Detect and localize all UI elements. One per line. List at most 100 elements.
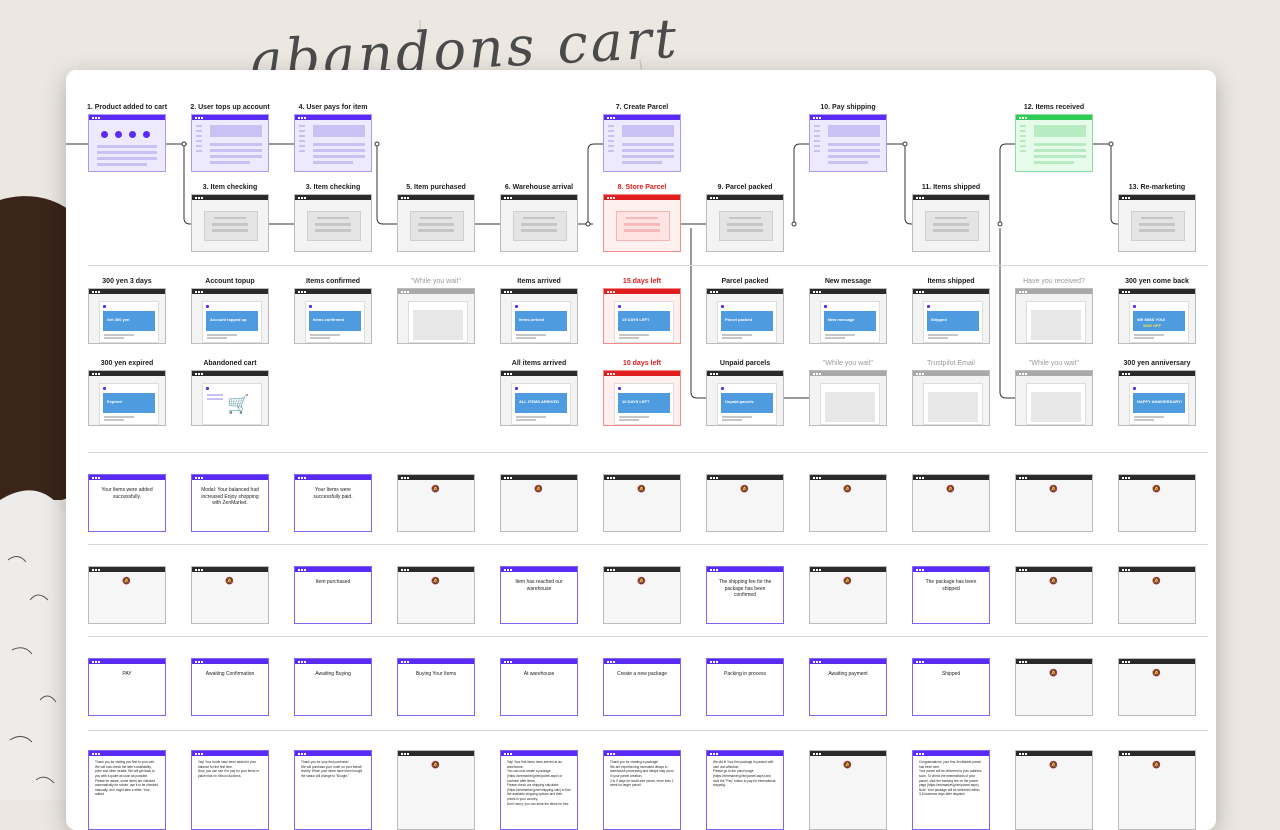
notification-card[interactable]: Your Items were successfully paid.: [294, 474, 372, 532]
email-preview[interactable]: [1015, 288, 1093, 344]
empty-notification-card[interactable]: 🔕: [500, 474, 578, 532]
notification-card[interactable]: Item purchased: [294, 566, 372, 624]
empty-notification-card[interactable]: 🔕: [706, 474, 784, 532]
flow-step-screen[interactable]: [1015, 114, 1093, 172]
placeholder-block: [1034, 161, 1074, 164]
email-preview[interactable]: [809, 370, 887, 426]
flow-step-screen[interactable]: [500, 194, 578, 252]
email-preview[interactable]: 15 DAYS LEFT: [603, 288, 681, 344]
email-hero-image: Account topped up: [206, 311, 258, 331]
flow-step-screen[interactable]: [294, 194, 372, 252]
empty-notification-card[interactable]: 🔕: [1118, 750, 1196, 830]
empty-email-body: [1031, 310, 1081, 340]
notification-card[interactable]: The package has been shipped: [912, 566, 990, 624]
email-preview[interactable]: New message: [809, 288, 887, 344]
email-preview[interactable]: ALL ITEMS ARRIVED: [500, 370, 578, 426]
email-preview[interactable]: [397, 288, 475, 344]
email-preview[interactable]: Items arrived: [500, 288, 578, 344]
flow-step-screen[interactable]: [191, 194, 269, 252]
window-title-bar: [1119, 195, 1195, 200]
notification-card[interactable]: Thank you for creating a package! We are…: [603, 750, 681, 830]
email-preview[interactable]: [1015, 370, 1093, 426]
email-preview[interactable]: Parcel packed: [706, 288, 784, 344]
connector-line: [690, 228, 706, 399]
empty-notification-card[interactable]: 🔕: [1015, 474, 1093, 532]
placeholder-block: [299, 140, 305, 142]
flow-step-screen[interactable]: [88, 114, 166, 172]
empty-notification-card[interactable]: 🔕: [1015, 566, 1093, 624]
empty-notification-card[interactable]: 🔕: [912, 474, 990, 532]
step-label: 3. Item checking: [202, 184, 258, 191]
notification-card[interactable]: Awaiting payment: [809, 658, 887, 716]
email-preview[interactable]: 10 DAYS LEFT: [603, 370, 681, 426]
email-preview[interactable]: Expired: [88, 370, 166, 426]
flow-step-screen[interactable]: [809, 114, 887, 172]
empty-notification-card[interactable]: 🔕: [88, 566, 166, 624]
notification-card[interactable]: Item has reached our warehouse: [500, 566, 578, 624]
placeholder-block: [622, 143, 674, 146]
notification-card[interactable]: Awaiting Confirmation: [191, 658, 269, 716]
empty-notification-card[interactable]: 🔕: [397, 750, 475, 830]
placeholder-block: [196, 130, 202, 132]
empty-email-body: [928, 392, 978, 422]
notification-card[interactable]: Buying Your Items: [397, 658, 475, 716]
notification-card[interactable]: Create a new package: [603, 658, 681, 716]
flow-step-screen[interactable]: [191, 114, 269, 172]
content-panel: [204, 211, 258, 241]
empty-notification-card[interactable]: 🔕: [1118, 658, 1196, 716]
flow-step-screen[interactable]: [294, 114, 372, 172]
empty-notification-card[interactable]: 🔕: [809, 566, 887, 624]
notification-card[interactable]: Congratulations, your first ZenMarket pa…: [912, 750, 990, 830]
notification-card[interactable]: Your Items were added successfully.: [88, 474, 166, 532]
email-preview[interactable]: Account topped up: [191, 288, 269, 344]
notification-card[interactable]: Modal: Your balanced had increased Enjoy…: [191, 474, 269, 532]
notification-card[interactable]: Packing in process: [706, 658, 784, 716]
notification-card[interactable]: PAY: [88, 658, 166, 716]
empty-notification-card[interactable]: 🔕: [397, 566, 475, 624]
empty-notification-card[interactable]: 🔕: [1015, 658, 1093, 716]
empty-notification-card[interactable]: 🔕: [1015, 750, 1093, 830]
email-preview[interactable]: Get 300 yen: [88, 288, 166, 344]
empty-notification-card[interactable]: 🔕: [1118, 566, 1196, 624]
flow-step-screen[interactable]: [706, 194, 784, 252]
empty-notification-card[interactable]: 🔕: [397, 474, 475, 532]
placeholder-block: [928, 337, 948, 339]
email-preview[interactable]: 🛒: [191, 370, 269, 426]
bell-slash-icon: 🔕: [843, 486, 852, 493]
email-preview[interactable]: [912, 370, 990, 426]
notification-card[interactable]: Thank you for your first purchase! We wi…: [294, 750, 372, 830]
flow-step-screen[interactable]: [912, 194, 990, 252]
product-dot: [143, 131, 150, 138]
email-preview[interactable]: Items confirmed: [294, 288, 372, 344]
flow-step-screen[interactable]: [397, 194, 475, 252]
email-preview[interactable]: WE MISS YOU! ¥300 OFF: [1118, 288, 1196, 344]
notification-card[interactable]: Shipped: [912, 658, 990, 716]
empty-notification-card[interactable]: 🔕: [1118, 474, 1196, 532]
email-hero-text: 15 DAYS LEFT: [622, 317, 650, 322]
notification-card[interactable]: At warehouse: [500, 658, 578, 716]
email-preview[interactable]: HAPPY ANNIVERSARY!: [1118, 370, 1196, 426]
placeholder-block: [722, 334, 752, 336]
notification-card[interactable]: Yay! Your first items have arrived at ou…: [500, 750, 578, 830]
email-hero-image: Unpaid parcels: [721, 393, 773, 413]
email-body: Items confirmed: [305, 301, 365, 343]
empty-notification-card[interactable]: 🔕: [191, 566, 269, 624]
notification-card[interactable]: Yay! Your funds have been added to your …: [191, 750, 269, 830]
bell-slash-icon: 🔕: [1152, 578, 1161, 585]
window-title-bar: [295, 475, 371, 480]
email-preview[interactable]: Unpaid parcels: [706, 370, 784, 426]
empty-notification-card[interactable]: 🔕: [603, 566, 681, 624]
notification-card[interactable]: The shipping fee for the package has bee…: [706, 566, 784, 624]
notification-card[interactable]: Thank you for visiting you first to your…: [88, 750, 166, 830]
flow-step-screen[interactable]: [1118, 194, 1196, 252]
notification-card[interactable]: We did it! Your first package is packed …: [706, 750, 784, 830]
window-title-bar: [192, 659, 268, 664]
notification-card[interactable]: Awaiting Buying: [294, 658, 372, 716]
empty-notification-card[interactable]: 🔕: [603, 474, 681, 532]
flow-step-screen[interactable]: [603, 194, 681, 252]
empty-notification-card[interactable]: 🔕: [809, 474, 887, 532]
flow-step-screen[interactable]: [603, 114, 681, 172]
email-logo: [515, 305, 518, 308]
empty-notification-card[interactable]: 🔕: [809, 750, 887, 830]
email-preview[interactable]: Shipped: [912, 288, 990, 344]
